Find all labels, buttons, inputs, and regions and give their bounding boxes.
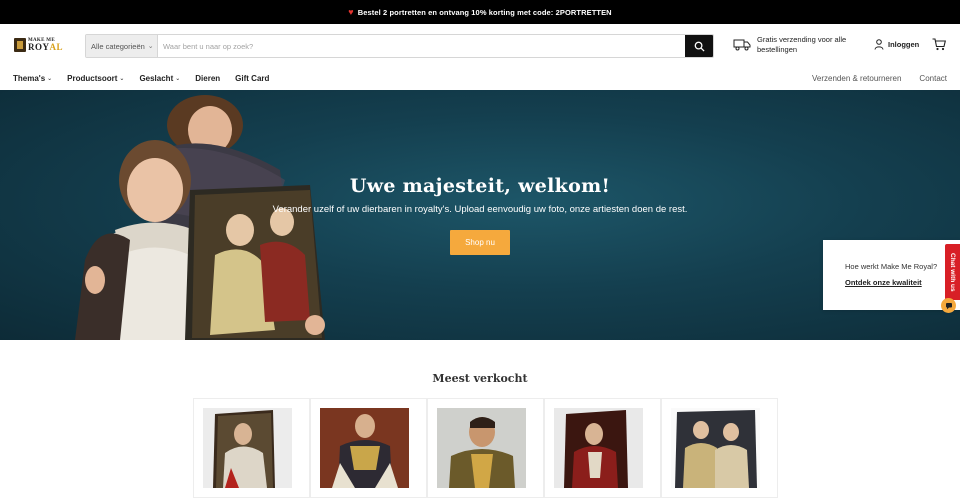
logo-line2: ROYAL bbox=[28, 42, 64, 52]
hero-subtitle: Verander uzelf of uw dierbaren in royalt… bbox=[272, 204, 688, 215]
nav-item-dieren[interactable]: Dieren bbox=[195, 74, 220, 83]
product-image bbox=[671, 408, 760, 488]
nav-item-productsoort[interactable]: Productsoort ⌄ bbox=[67, 74, 124, 83]
search-bar: Alle categorieën ⌄ bbox=[85, 34, 714, 58]
nav-link-shipping-returns[interactable]: Verzenden & retourneren bbox=[812, 74, 901, 83]
bestsellers-title: Meest verkocht bbox=[432, 372, 528, 385]
hero-banner: Uwe majesteit, welkom! Verander uzelf of… bbox=[0, 90, 960, 340]
login-label: Inloggen bbox=[888, 40, 920, 49]
search-input[interactable] bbox=[158, 35, 685, 57]
logo[interactable]: MAKE ME ROYAL bbox=[14, 36, 72, 54]
nav-item-themas[interactable]: Thema's ⌄ bbox=[13, 74, 52, 83]
chat-icon bbox=[945, 302, 952, 309]
product-card[interactable] bbox=[544, 398, 661, 498]
nav-label: Gift Card bbox=[235, 73, 270, 83]
nav-link-contact[interactable]: Contact bbox=[919, 74, 947, 83]
truck-icon bbox=[733, 39, 751, 51]
search-icon bbox=[694, 41, 705, 52]
category-select-value: Alle categorieën bbox=[91, 41, 145, 51]
product-image bbox=[320, 408, 409, 488]
announcement-bar: ♥ Bestel 2 portretten en ontvang 10% kor… bbox=[0, 0, 960, 24]
chevron-down-icon: ⌄ bbox=[119, 75, 125, 82]
nav-item-geslacht[interactable]: Geslacht ⌄ bbox=[139, 74, 180, 83]
product-card[interactable] bbox=[427, 398, 544, 498]
cart-icon bbox=[932, 38, 946, 51]
product-card[interactable] bbox=[310, 398, 427, 498]
nav-item-gift-card[interactable]: Gift Card bbox=[235, 74, 269, 83]
popup-quality-link[interactable]: Ontdek onze kwaliteit bbox=[845, 278, 960, 287]
nav-label: Productsoort bbox=[67, 73, 118, 83]
product-card[interactable] bbox=[661, 398, 778, 498]
site-header: MAKE ME ROYAL Alle categorieën ⌄ Gratis … bbox=[0, 24, 960, 66]
hero-title: Uwe majesteit, welkom! bbox=[349, 175, 611, 197]
cart-button[interactable] bbox=[932, 38, 946, 56]
product-image bbox=[437, 408, 526, 488]
announcement-text: Bestel 2 portretten en ontvang 10% korti… bbox=[357, 7, 612, 17]
shop-now-button[interactable]: Shop nu bbox=[450, 230, 510, 255]
login-link[interactable]: Inloggen bbox=[874, 39, 919, 50]
nav-label: Geslacht bbox=[139, 73, 174, 83]
chevron-down-icon: ⌄ bbox=[147, 43, 154, 50]
chat-tab[interactable]: Chat with us bbox=[945, 244, 960, 300]
shipping-text: Gratis verzending voor alle bestellingen bbox=[757, 35, 847, 54]
chevron-down-icon: ⌄ bbox=[175, 75, 181, 82]
main-nav: Thema's ⌄ Productsoort ⌄ Geslacht ⌄ Dieren … bbox=[0, 66, 960, 90]
category-select[interactable]: Alle categorieën ⌄ bbox=[86, 35, 158, 57]
chevron-down-icon: ⌄ bbox=[47, 75, 53, 82]
product-image bbox=[203, 408, 292, 488]
chat-button[interactable] bbox=[941, 298, 956, 313]
heart-icon: ♥ bbox=[348, 7, 354, 17]
product-card[interactable] bbox=[193, 398, 310, 498]
bestsellers-list bbox=[193, 398, 778, 498]
nav-label: Thema's bbox=[13, 73, 46, 83]
user-icon bbox=[874, 39, 884, 50]
logo-crest-icon bbox=[14, 38, 26, 52]
hero-photo bbox=[75, 95, 325, 340]
shipping-info: Gratis verzending voor alle bestellingen bbox=[733, 35, 853, 54]
product-image bbox=[554, 408, 643, 488]
info-popup: Hoe werkt Make Me Royal? Ontdek onze kwa… bbox=[823, 240, 960, 310]
search-button[interactable] bbox=[685, 35, 713, 57]
popup-question: Hoe werkt Make Me Royal? bbox=[845, 262, 938, 271]
nav-label: Dieren bbox=[195, 73, 221, 83]
